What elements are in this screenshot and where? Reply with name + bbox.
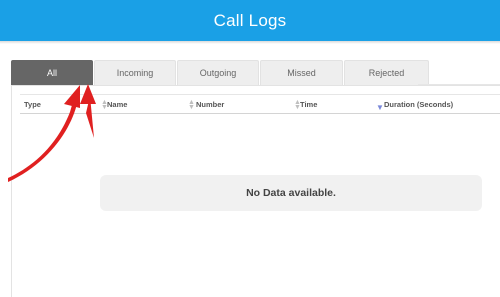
sort-desc-icon[interactable]: ▼ xyxy=(376,98,384,117)
column-header-name[interactable]: Name xyxy=(107,95,127,114)
call-logs-page: Call Logs All Incoming Outgoing Missed R… xyxy=(0,0,500,297)
app-header: Call Logs xyxy=(0,0,500,41)
table-header: Type ▲ ▼ Name ▲ ▼ Number ▲ ▼ Time ▼ Duratio… xyxy=(20,94,500,114)
tab-missed[interactable]: Missed xyxy=(260,60,343,85)
column-header-duration[interactable]: Duration (Seconds) xyxy=(384,95,453,114)
call-log-table: Type ▲ ▼ Name ▲ ▼ Number ▲ ▼ Time ▼ Duratio… xyxy=(11,85,500,297)
header-shadow xyxy=(0,41,500,44)
tab-incoming[interactable]: Incoming xyxy=(94,60,176,85)
tab-outgoing[interactable]: Outgoing xyxy=(177,60,259,85)
page-title: Call Logs xyxy=(213,10,287,30)
column-header-number[interactable]: Number xyxy=(196,95,224,114)
column-header-type[interactable]: Type xyxy=(24,95,41,114)
tab-rejected[interactable]: Rejected xyxy=(344,60,429,85)
empty-state-message: No Data available. xyxy=(100,175,482,211)
sort-both-icon[interactable]: ▲ ▼ xyxy=(188,95,195,114)
tab-all[interactable]: All xyxy=(11,60,93,85)
column-header-time[interactable]: Time xyxy=(300,95,317,114)
